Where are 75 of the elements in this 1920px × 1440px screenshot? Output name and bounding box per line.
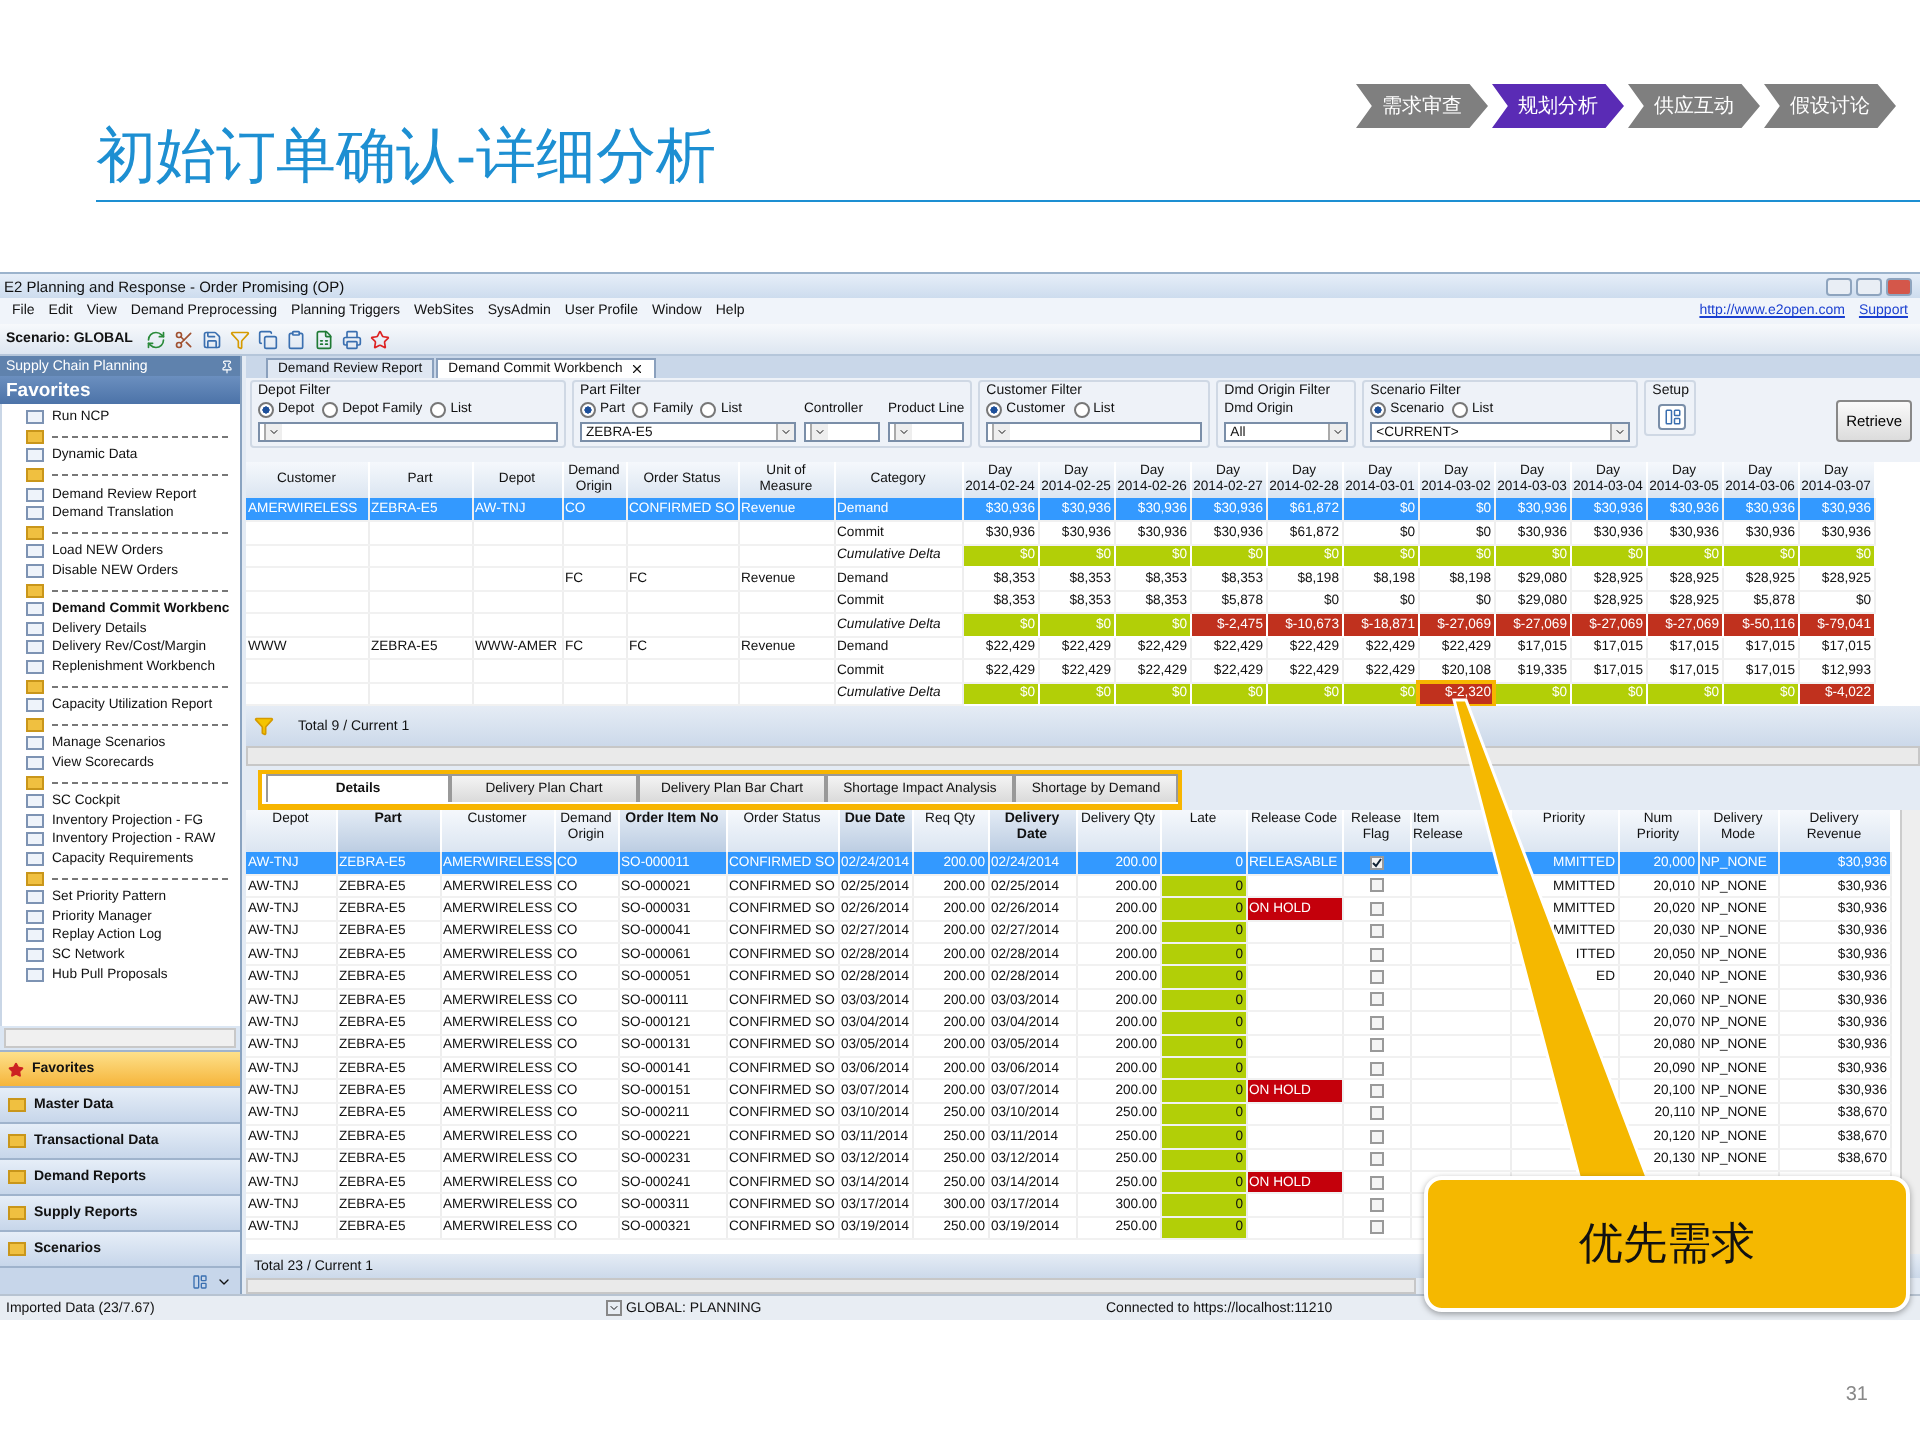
folder-icon: [26, 525, 44, 540]
minimize-button[interactable]: [1826, 277, 1852, 295]
filter-icon[interactable]: [254, 716, 274, 736]
copy-icon[interactable]: [258, 329, 279, 349]
maximize-button[interactable]: [1856, 277, 1882, 295]
refresh-icon[interactable]: [146, 329, 167, 349]
printer-icon[interactable]: [342, 329, 363, 349]
folder-icon: [26, 468, 44, 483]
folder-icon: [8, 1206, 26, 1220]
folder-icon: [8, 1134, 26, 1148]
checkbox[interactable]: [1369, 855, 1383, 870]
caret-icon: [996, 426, 1009, 438]
scrollbar[interactable]: [246, 1278, 1416, 1294]
scrollbar[interactable]: [1900, 810, 1920, 1254]
step-tab[interactable]: 需求审查: [1356, 84, 1488, 128]
dropdown-field[interactable]: [888, 422, 965, 442]
dropdown-icon[interactable]: [606, 1300, 622, 1316]
spreadsheet-icon[interactable]: [314, 329, 335, 349]
dropdown-field[interactable]: [258, 422, 558, 442]
setup-button[interactable]: [1658, 404, 1687, 430]
checkbox[interactable]: [1369, 1175, 1383, 1190]
folder-icon: [26, 583, 44, 598]
page-number: 31: [1845, 1384, 1868, 1406]
checkbox[interactable]: [1369, 1152, 1383, 1167]
checkbox[interactable]: [1369, 947, 1383, 962]
slide-title: 初始订单确认-详细分析: [96, 120, 1920, 202]
folder-icon: [26, 679, 44, 694]
checkbox[interactable]: [1369, 1106, 1383, 1121]
scrollbar[interactable]: [246, 746, 1920, 766]
folder-icon: [26, 775, 44, 790]
checkbox[interactable]: [1369, 1083, 1383, 1098]
report-icon: [26, 448, 44, 463]
report-icon: [26, 698, 44, 713]
step-tab[interactable]: 供应互动: [1628, 84, 1760, 128]
close-icon[interactable]: [630, 362, 645, 376]
checkbox[interactable]: [1369, 1220, 1383, 1235]
folder-icon: [8, 1170, 26, 1184]
close-button[interactable]: [1886, 277, 1912, 295]
caret-icon: [898, 426, 910, 438]
checkbox[interactable]: [1369, 924, 1383, 939]
scissors-icon[interactable]: [174, 329, 195, 349]
checkbox[interactable]: [1369, 901, 1383, 916]
scrollbar[interactable]: [4, 1028, 236, 1048]
section-title: Favorites: [0, 376, 240, 404]
folder-icon: [8, 1098, 26, 1112]
caret-icon: [1332, 426, 1345, 438]
checkbox[interactable]: [1369, 1038, 1383, 1053]
caret-icon: [814, 426, 826, 438]
caret-icon: [268, 426, 280, 438]
folder-icon: [26, 429, 44, 444]
caret-icon: [1614, 426, 1627, 438]
checkbox[interactable]: [1369, 1015, 1383, 1030]
checkbox[interactable]: [1369, 970, 1383, 984]
dropdown-field[interactable]: [986, 422, 1203, 442]
folder-icon: [26, 871, 44, 886]
folder-icon: [26, 717, 44, 732]
pin-icon[interactable]: [220, 359, 234, 373]
dropdown-field[interactable]: [804, 422, 880, 442]
step-tab[interactable]: 假设讨论: [1764, 84, 1896, 128]
checkbox[interactable]: [1369, 1129, 1383, 1144]
star-icon[interactable]: [370, 329, 391, 349]
step-tab[interactable]: 规划分析: [1492, 84, 1624, 128]
checkbox[interactable]: [1369, 1197, 1383, 1212]
clipboard-icon[interactable]: [286, 329, 307, 349]
folder-icon: [8, 1242, 26, 1256]
checkbox[interactable]: [1369, 1061, 1383, 1076]
star-icon: [8, 1061, 24, 1077]
caret-icon: [780, 426, 792, 438]
save-icon[interactable]: [202, 329, 223, 349]
filter-icon[interactable]: [230, 329, 251, 349]
report-icon: [26, 410, 44, 425]
panel-icon[interactable]: [192, 1273, 208, 1289]
checkbox[interactable]: [1369, 992, 1383, 1007]
callout-label: 优先需求: [1424, 1176, 1910, 1312]
checkbox[interactable]: [1369, 878, 1383, 893]
